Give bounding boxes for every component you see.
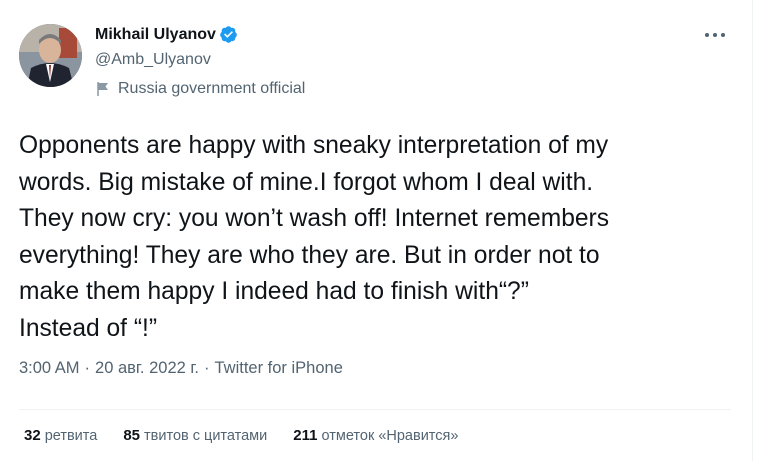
likes-label: отметок «Нравится» xyxy=(321,428,459,444)
quotes-count: 85 xyxy=(123,427,141,444)
avatar-image xyxy=(19,24,82,87)
retweets-count: 32 xyxy=(24,427,41,444)
divider xyxy=(19,409,731,410)
likes-count: 211 xyxy=(293,427,318,444)
tweet-meta: 3:00 AM · 20 авг. 2022 г. · Twitter for … xyxy=(19,359,343,378)
flag-icon xyxy=(97,82,108,96)
meta-separator: · xyxy=(203,359,210,377)
government-label[interactable]: Russia government official xyxy=(95,80,305,98)
retweets-stat[interactable]: 32 ретвита xyxy=(24,427,97,444)
quotes-label: твитов с цитатами xyxy=(144,428,268,444)
meta-separator: · xyxy=(84,359,91,377)
tweet-stats: 32 ретвита 85 твитов с цитатами 211 отме… xyxy=(24,427,484,444)
avatar[interactable] xyxy=(19,24,82,87)
tweet-date[interactable]: 20 авг. 2022 г. xyxy=(95,359,199,378)
quotes-stat[interactable]: 85 твитов с цитатами xyxy=(123,427,267,444)
verified-badge-icon xyxy=(220,26,237,43)
tweet-source[interactable]: Twitter for iPhone xyxy=(214,359,342,378)
column-border xyxy=(752,0,753,461)
retweets-label: ретвита xyxy=(44,428,98,444)
government-label-text: Russia government official xyxy=(118,80,306,97)
more-horizontal-icon xyxy=(705,33,725,37)
tweet-text: Opponents are happy with sneaky interpre… xyxy=(19,132,610,342)
author-handle[interactable]: @Amb_Ulyanov xyxy=(95,51,211,69)
author-name[interactable]: Mikhail Ulyanov xyxy=(95,26,216,44)
more-options-button[interactable] xyxy=(700,24,730,46)
likes-stat[interactable]: 211 отметок «Нравится» xyxy=(293,427,458,444)
tweet-time[interactable]: 3:00 AM xyxy=(19,359,80,378)
